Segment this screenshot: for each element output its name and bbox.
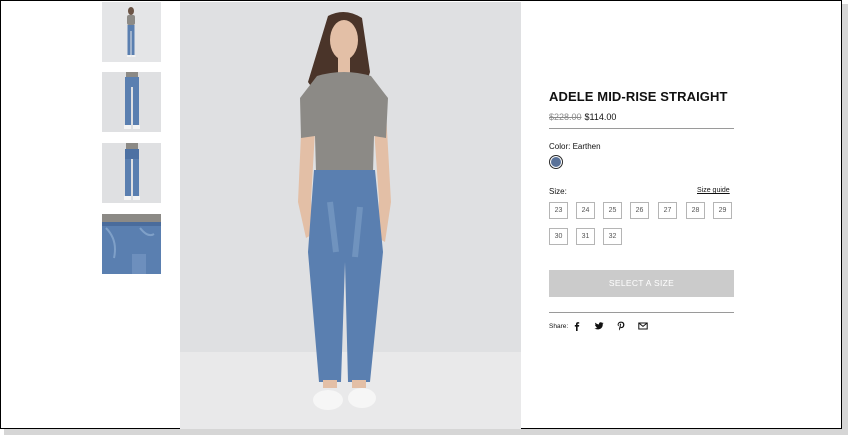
- original-price: $228.00: [549, 112, 582, 122]
- model-front-lower-image: [102, 72, 161, 132]
- window-shadow-right: [842, 4, 848, 431]
- model-illustration: [180, 2, 521, 429]
- sale-price: $114.00: [584, 112, 617, 122]
- color-swatch-fill: [551, 157, 561, 167]
- thumbnail-full-front[interactable]: [102, 2, 161, 62]
- twitter-icon[interactable]: [594, 321, 604, 331]
- size-option-27[interactable]: 27: [658, 202, 677, 219]
- model-front-image: [102, 2, 161, 62]
- divider: [549, 312, 734, 313]
- model-back-image: [102, 143, 161, 203]
- email-icon[interactable]: [638, 321, 648, 331]
- divider: [549, 128, 734, 129]
- product-title: ADELE MID-RISE STRAIGHT: [549, 89, 728, 104]
- size-label: Size:: [549, 187, 567, 196]
- share-label: Share:: [549, 323, 569, 330]
- size-guide-link[interactable]: Size guide: [697, 187, 730, 194]
- window-shadow-bottom: [4, 429, 848, 435]
- size-option-29[interactable]: 29: [713, 202, 732, 219]
- facebook-icon[interactable]: [572, 321, 582, 331]
- size-option-32[interactable]: 32: [603, 228, 622, 245]
- size-option-25[interactable]: 25: [603, 202, 622, 219]
- thumbnail-front-lower[interactable]: [102, 72, 161, 132]
- thumbnail-back[interactable]: [102, 143, 161, 203]
- main-product-image: [180, 2, 521, 429]
- size-option-23[interactable]: 23: [549, 202, 568, 219]
- denim-detail-image: [102, 214, 161, 274]
- size-option-30[interactable]: 30: [549, 228, 568, 245]
- pinterest-icon[interactable]: [616, 321, 626, 331]
- size-option-26[interactable]: 26: [630, 202, 649, 219]
- price: $228.00 $114.00: [549, 112, 616, 122]
- select-a-size-button[interactable]: SELECT A SIZE: [549, 270, 734, 297]
- color-swatch-earthen[interactable]: [549, 155, 563, 169]
- page-frame: ADELE MID-RISE STRAIGHT $228.00 $114.00 C…: [0, 0, 842, 429]
- color-label: Color: Earthen: [549, 142, 601, 151]
- thumbnail-detail[interactable]: [102, 214, 161, 274]
- size-option-28[interactable]: 28: [686, 202, 705, 219]
- size-option-31[interactable]: 31: [576, 228, 595, 245]
- size-option-24[interactable]: 24: [576, 202, 595, 219]
